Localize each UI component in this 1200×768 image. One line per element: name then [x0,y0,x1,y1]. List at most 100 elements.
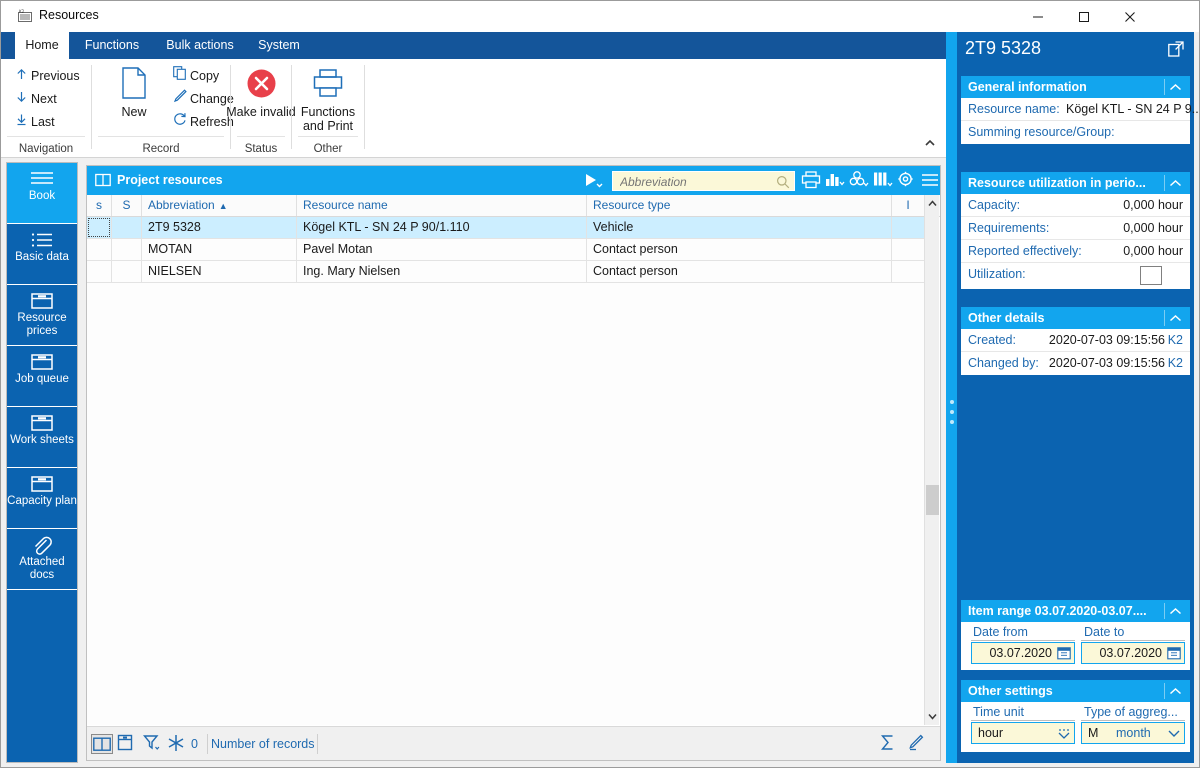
scroll-down-icon[interactable] [925,708,940,725]
tab-system[interactable]: System [249,32,309,59]
chart-bar-icon[interactable] [825,171,846,190]
value-capacity: 0,000 hour [1123,198,1183,212]
table-row[interactable]: NIELSEN Ing. Mary Nielsen Contact person [87,261,925,283]
sidebar-item-basic-data[interactable]: Basic data [7,224,77,285]
columns-icon[interactable] [873,171,894,190]
group-label-status: Status [244,143,278,155]
section-header-other-details[interactable]: Other details [961,307,1190,329]
aggregation-select[interactable]: M month [1081,722,1185,744]
make-invalid-label: Make invalid [226,105,296,119]
cell-s-big [112,239,142,260]
aggregation-value: month [1116,726,1151,740]
tab-home[interactable]: Home [15,32,69,59]
chevron-up-icon[interactable] [922,137,938,153]
column-header-i[interactable]: I [892,195,925,216]
close-button[interactable] [1107,1,1153,32]
label-created: Created: [968,333,1016,347]
pivot-icon[interactable] [849,171,870,190]
chevron-up-icon[interactable] [1164,683,1186,699]
next-button[interactable]: Next [11,88,57,111]
ribbon-group-other: Functions and Print Other [292,59,364,157]
value-changed-by: 2020-07-03 09:15:56 [1048,356,1165,370]
search-box[interactable] [612,171,795,191]
column-header-resource-type[interactable]: Resource type [587,195,892,216]
print-icon[interactable] [801,171,822,190]
minimize-button[interactable] [1015,1,1061,32]
ribbon-group-status: Make invalid Status [226,59,296,157]
calendar-icon[interactable] [1167,646,1181,663]
tab-bulk-actions[interactable]: Bulk actions [156,32,244,59]
book-toggle-icon[interactable] [91,734,113,754]
grid-header: Project resources [87,166,940,195]
table-row[interactable]: MOTAN Pavel Motan Contact person [87,239,925,261]
menu-icon[interactable] [920,171,941,190]
search-icon [776,175,790,192]
date-from-input[interactable]: 03.07.2020 [971,642,1075,664]
window-title: Resources [39,8,99,22]
details-panel: 2T9 5328 General information Resource na… [957,32,1199,763]
date-to-input[interactable]: 03.07.2020 [1081,642,1185,664]
label-resource-name: Resource name: [968,102,1060,116]
grid-vertical-scrollbar[interactable] [924,195,939,725]
section-title-item-range: Item range 03.07.2020-03.07.... [968,604,1147,618]
table-row[interactable]: 2T9 5328 Kögel KTL - SN 24 P 90/1.110 Ve… [87,217,925,239]
snowflake-icon[interactable] [167,734,189,754]
open-external-icon[interactable] [1168,41,1184,60]
sidebar-item-attached-docs[interactable]: Attached docs [7,529,77,590]
cell-resource-type: Contact person [587,261,892,282]
arrow-up-icon [11,65,31,88]
chevron-up-icon[interactable] [1164,175,1186,191]
maximize-button[interactable] [1061,1,1107,32]
new-button[interactable]: New [98,63,170,119]
number-of-records-label[interactable]: Number of records [211,737,315,751]
dropdown-icon[interactable] [1057,726,1071,743]
tab-functions[interactable]: Functions [73,32,151,59]
sidebar-item-work-sheets[interactable]: Work sheets [7,407,77,468]
chevron-down-icon[interactable] [1167,726,1181,743]
calendar-icon[interactable] [1057,646,1071,663]
sidebar-item-job-queue[interactable]: Job queue [7,346,77,407]
date-to-value: 03.07.2020 [1099,646,1162,660]
archive-icon[interactable] [117,734,139,754]
chevron-up-icon[interactable] [1164,310,1186,326]
section-header-item-range[interactable]: Item range 03.07.2020-03.07.... [961,600,1190,622]
panel-splitter[interactable] [946,32,957,763]
label-date-to: Date to [1084,625,1125,639]
section-header-other-settings[interactable]: Other settings [961,680,1190,702]
footer-separator [207,734,208,754]
functions-and-print-button[interactable]: Functions and Print [292,63,364,133]
column-header-s-big[interactable]: S [112,195,142,216]
column-header-s-small[interactable]: s [87,195,112,216]
column-header-abbreviation[interactable]: Abbreviation ▲ [142,195,297,216]
gear-icon[interactable] [897,171,918,190]
sidebar-item-capacity-plan[interactable]: Capacity plan [7,468,77,529]
group-label-other: Other [313,143,343,155]
box-icon [7,468,77,494]
previous-button[interactable]: Previous [11,65,80,88]
sidebar-item-book[interactable]: Book [7,163,77,224]
scrollbar-thumb[interactable] [926,485,939,515]
cell-i [892,217,925,238]
sidebar-item-resource-prices[interactable]: Resource prices [7,285,77,346]
box-icon [7,285,77,311]
chevron-up-icon[interactable] [1164,603,1186,619]
sigma-icon[interactable] [880,734,902,754]
chevron-up-icon[interactable] [1164,79,1186,95]
scroll-up-icon[interactable] [925,195,940,212]
column-header-resource-name[interactable]: Resource name [297,195,587,216]
section-item-range: Item range 03.07.2020-03.07.... Date fro… [961,600,1190,670]
utilization-indicator [1140,266,1162,285]
make-invalid-button[interactable]: Make invalid [225,63,297,119]
search-input[interactable] [618,173,768,190]
details-title: 2T9 5328 [965,38,1042,58]
cell-resource-name: Kögel KTL - SN 24 P 90/1.110 [297,217,587,238]
sort-ascending-icon: ▲ [218,201,228,211]
play-filter-icon[interactable] [584,172,606,190]
section-header-general-information[interactable]: General information [961,76,1190,98]
filter-icon[interactable] [143,734,165,754]
copy-button[interactable]: Copy [170,65,219,88]
time-unit-select[interactable]: hour [971,722,1075,744]
section-header-resource-utilization[interactable]: Resource utilization in perio... [961,172,1190,194]
last-button[interactable]: Last [11,111,55,134]
pen-icon[interactable] [908,734,930,754]
